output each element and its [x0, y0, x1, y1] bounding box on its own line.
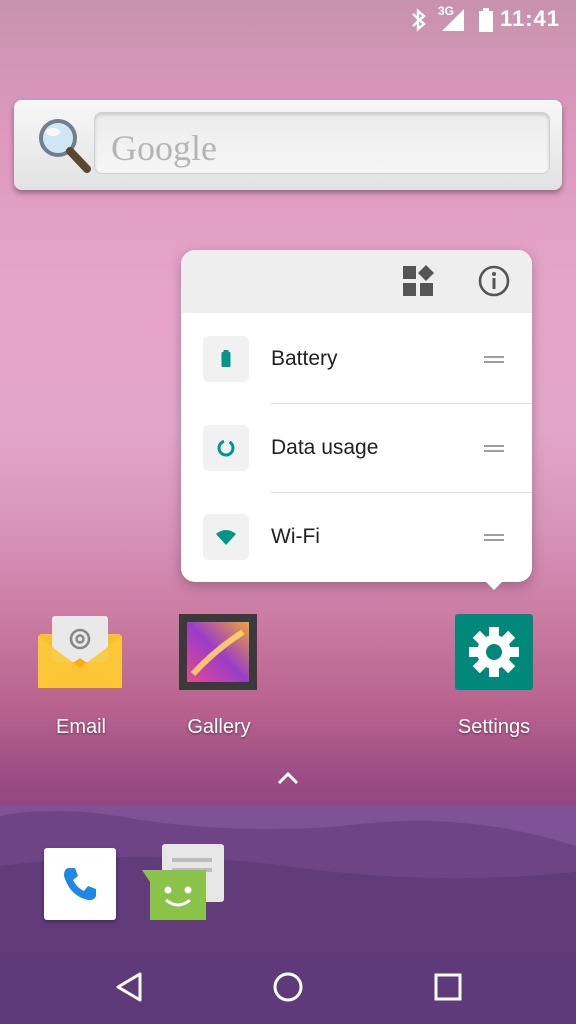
drag-handle-icon[interactable]	[484, 355, 504, 365]
status-bar: 3G 11:41	[0, 0, 576, 40]
popup-header	[181, 250, 532, 313]
dock	[0, 806, 576, 952]
search-icon[interactable]	[36, 116, 92, 174]
settings-icon[interactable]	[455, 614, 535, 694]
shortcut-label: Battery	[271, 347, 338, 370]
recents-icon[interactable]	[433, 970, 463, 1004]
search-placeholder: Google	[111, 128, 217, 168]
app-info-icon[interactable]	[477, 264, 511, 298]
wifi-icon	[203, 514, 249, 560]
popup-pointer	[484, 580, 504, 590]
back-icon[interactable]	[114, 970, 144, 1004]
shortcut-battery[interactable]: Battery	[181, 315, 532, 404]
app-label: Settings	[457, 716, 531, 738]
phone-icon[interactable]	[60, 864, 100, 904]
dock-messaging[interactable]	[142, 842, 228, 926]
settings-shortcuts-popup: Battery Data usage Wi-Fi	[181, 250, 532, 590]
bluetooth-icon	[412, 8, 426, 32]
clock: 11:41	[499, 6, 560, 31]
email-icon[interactable]	[36, 612, 126, 692]
widgets-icon[interactable]	[401, 264, 435, 298]
google-search-widget[interactable]: Google	[14, 100, 562, 190]
dock-phone[interactable]	[44, 848, 116, 920]
app-label: Email	[55, 716, 106, 738]
app-label: Gallery	[187, 716, 251, 738]
gallery-icon[interactable]	[179, 614, 259, 694]
battery-icon	[203, 336, 249, 382]
shortcut-label: Data usage	[271, 436, 379, 459]
battery-status-icon	[479, 8, 493, 32]
drag-handle-icon[interactable]	[484, 533, 504, 543]
home-icon[interactable]	[271, 970, 305, 1004]
search-input[interactable]: Google	[94, 112, 550, 174]
app-drawer-chevron-icon[interactable]	[276, 770, 300, 786]
shortcut-label: Wi-Fi	[271, 525, 320, 548]
drag-handle-icon[interactable]	[484, 444, 504, 454]
navigation-bar	[0, 952, 576, 1024]
shortcut-data-usage[interactable]: Data usage	[181, 404, 532, 493]
signal-icon	[442, 9, 464, 31]
messaging-icon[interactable]	[142, 842, 228, 926]
shortcut-wifi[interactable]: Wi-Fi	[181, 493, 532, 582]
data-usage-icon	[203, 425, 249, 471]
